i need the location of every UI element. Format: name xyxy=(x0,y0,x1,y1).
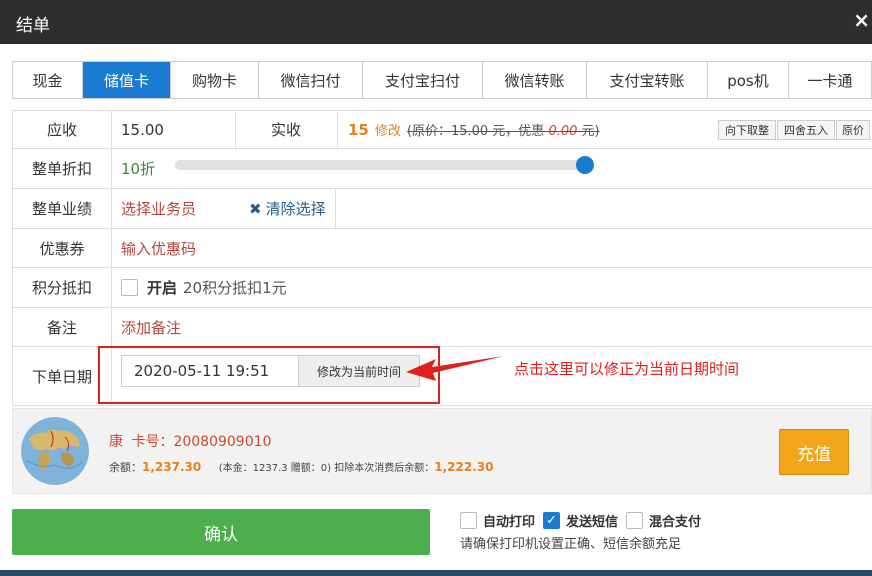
tab-one-card[interactable]: 一卡通 xyxy=(789,62,871,98)
mixed-payment-label: 混合支付 xyxy=(649,515,702,530)
dialog-titlebar: 结单 × xyxy=(0,0,872,44)
balance-detail: (本金：1237.3 赠额：0) 扣除本次消费后余额： xyxy=(218,463,435,474)
send-sms-checkbox[interactable]: ✓ xyxy=(543,512,561,529)
after-balance-value: 1,222.30 xyxy=(434,460,494,474)
original-price-button[interactable]: 原价 xyxy=(836,120,870,140)
member-name: 康 xyxy=(109,434,123,450)
balance-label: 余额： xyxy=(109,461,142,474)
recharge-button[interactable]: 充值 xyxy=(779,429,849,475)
payment-tabs: 现金 储值卡 购物卡 微信扫付 支付宝扫付 微信转账 支付宝转账 pos机 一卡… xyxy=(12,61,872,99)
original-price-detail: (原价：15.00 元，优惠 0.00 元) xyxy=(406,124,600,139)
option-auto-print[interactable]: 自动打印 xyxy=(460,511,535,530)
slider-handle[interactable] xyxy=(576,156,594,174)
row-amount: 应收 15.00 实收 15 修改 (原价：15.00 元，优惠 0.00 元)… xyxy=(13,111,872,149)
tab-alipay-scan[interactable]: 支付宝扫付 xyxy=(363,62,483,98)
tab-cash[interactable]: 现金 xyxy=(13,62,83,98)
dialog-title: 结单 xyxy=(16,16,50,36)
select-staff-link[interactable]: 选择业务员 xyxy=(121,189,196,228)
add-remark-link[interactable]: 添加备注 xyxy=(121,308,181,346)
discount-label: 整单折扣 xyxy=(13,149,112,188)
member-avatar xyxy=(21,417,89,485)
row-points: 积分抵扣 开启 20积分抵扣1元 xyxy=(13,268,872,308)
discount-slider[interactable] xyxy=(175,156,594,174)
receivable-label: 应收 xyxy=(13,111,112,148)
auto-print-checkbox[interactable] xyxy=(460,512,477,529)
checkout-options: 自动打印 ✓ 发送短信 混合支付 xyxy=(460,511,709,530)
discount-value: 10折 xyxy=(121,160,156,178)
option-mixed-payment[interactable]: 混合支付 xyxy=(626,511,701,530)
points-enable-label: 开启 xyxy=(147,279,178,297)
clear-selection-button[interactable]: ✖ 清除选择 xyxy=(249,189,326,228)
actual-value: 15 xyxy=(348,120,369,139)
actual-detail: 15 修改 (原价：15.00 元，优惠 0.00 元) xyxy=(348,111,600,148)
points-toggle[interactable]: 开启 20积分抵扣1元 xyxy=(121,268,287,307)
close-icon[interactable]: × xyxy=(853,8,870,32)
member-card-label: 卡号： xyxy=(131,434,174,450)
background-strip xyxy=(0,570,872,576)
member-name-line: 康 卡号：20080909010 xyxy=(109,431,271,451)
row-discount: 整单折扣 10折 xyxy=(13,149,872,189)
round-half-button[interactable]: 四舍五入 xyxy=(777,120,835,140)
order-date-input[interactable] xyxy=(121,355,299,387)
modify-link[interactable]: 修改 xyxy=(375,120,401,139)
option-send-sms[interactable]: ✓ 发送短信 xyxy=(543,511,618,530)
balance-value: 1,237.30 xyxy=(142,460,202,474)
round-down-button[interactable]: 向下取整 xyxy=(718,120,776,140)
points-checkbox[interactable] xyxy=(121,279,138,296)
tab-wechat-scan[interactable]: 微信扫付 xyxy=(259,62,363,98)
confirm-button[interactable]: 确认 xyxy=(12,509,430,555)
mixed-payment-checkbox[interactable] xyxy=(626,512,644,529)
member-card-panel: 康 卡号：20080909010 余额：1,237.30 (本金：1237.3 … xyxy=(12,408,872,494)
member-balance-line: 余额：1,237.30 (本金：1237.3 赠额：0) 扣除本次消费后余额：1… xyxy=(109,459,493,475)
tab-pos[interactable]: pos机 xyxy=(708,62,789,98)
auto-print-label: 自动打印 xyxy=(483,515,536,530)
tab-shopping-card[interactable]: 购物卡 xyxy=(171,62,259,98)
row-performance: 整单业绩 选择业务员 ✖ 清除选择 xyxy=(13,189,872,229)
order-date-label: 下单日期 xyxy=(13,347,112,405)
tab-alipay-transfer[interactable]: 支付宝转账 xyxy=(587,62,708,98)
options-hint: 请确保打印机设置正确、短信余额充足 xyxy=(460,537,682,552)
clear-selection-label: 清除选择 xyxy=(265,200,326,218)
row-remark: 备注 添加备注 xyxy=(13,308,872,347)
coupon-label: 优惠券 xyxy=(13,229,112,267)
annotation-text: 点击这里可以修正为当前日期时间 xyxy=(514,360,740,378)
send-sms-label: 发送短信 xyxy=(566,515,619,530)
points-label: 积分抵扣 xyxy=(13,268,112,307)
performance-label: 整单业绩 xyxy=(13,189,112,228)
remark-label: 备注 xyxy=(13,308,112,346)
receivable-value: 15.00 xyxy=(121,120,164,139)
tab-wechat-transfer[interactable]: 微信转账 xyxy=(483,62,587,98)
close-icon: ✖ xyxy=(249,199,262,218)
member-card-number: 20080909010 xyxy=(173,434,272,450)
points-rule: 20积分抵扣1元 xyxy=(183,279,287,297)
actual-label: 实收 xyxy=(270,121,301,139)
annotation-arrow-icon xyxy=(406,356,504,381)
tab-stored-value-card[interactable]: 储值卡 xyxy=(83,62,171,98)
row-coupon: 优惠券 输入优惠码 xyxy=(13,229,872,268)
coupon-input-link[interactable]: 输入优惠码 xyxy=(121,229,196,267)
